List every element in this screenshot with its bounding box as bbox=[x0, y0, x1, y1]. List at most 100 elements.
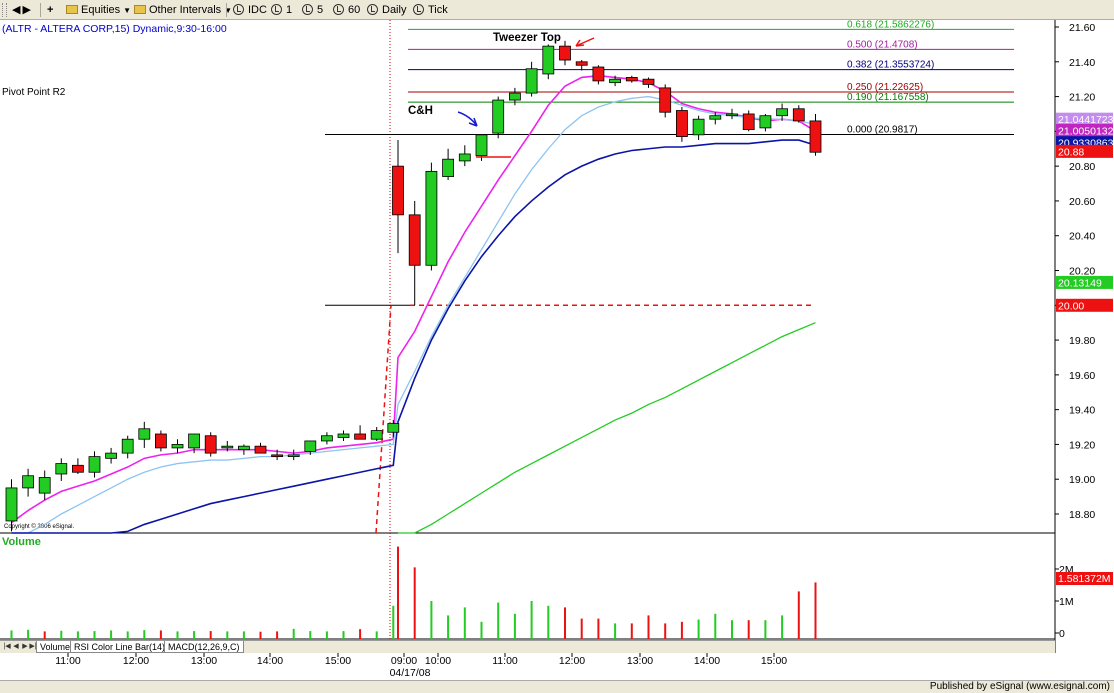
candle-body bbox=[221, 445, 234, 449]
tab-prev-icon[interactable]: ◀ bbox=[12, 642, 20, 651]
time-tick-label: 14:00 bbox=[694, 655, 720, 667]
tab-rsi[interactable]: RSI Color Line Bar(14) bbox=[70, 641, 170, 653]
candle-body bbox=[254, 445, 267, 454]
candlestick bbox=[154, 430, 167, 452]
candlestick bbox=[287, 449, 300, 461]
candle-body bbox=[105, 452, 117, 459]
candlestick bbox=[575, 60, 588, 71]
candlestick bbox=[320, 432, 333, 445]
time-tick-label: 10:00 bbox=[425, 655, 451, 667]
time-tick-label: 15:00 bbox=[325, 655, 351, 667]
candle-body bbox=[271, 454, 284, 458]
candle-body bbox=[88, 456, 101, 473]
date-label: 04/17/08 bbox=[390, 667, 431, 679]
candlestick bbox=[559, 40, 571, 66]
candlestick bbox=[809, 113, 822, 156]
candlestick bbox=[642, 77, 655, 88]
time-tick-label: 15:00 bbox=[761, 655, 787, 667]
price-tag-label: 20.00 bbox=[1058, 300, 1084, 312]
candlestick bbox=[792, 105, 805, 123]
candle-body bbox=[458, 153, 471, 162]
candlestick bbox=[237, 444, 250, 455]
candlestick bbox=[55, 458, 68, 481]
candle-body bbox=[742, 113, 755, 131]
moving-average-line bbox=[398, 322, 816, 534]
candlestick bbox=[742, 110, 755, 132]
candlestick bbox=[442, 148, 455, 181]
time-tick-label: 11:00 bbox=[55, 655, 81, 667]
candlestick bbox=[659, 84, 672, 118]
status-bar: Published by eSignal (www.esignal.com) bbox=[0, 680, 1114, 693]
candle-body bbox=[188, 433, 201, 449]
candlestick bbox=[138, 421, 151, 448]
candle-body bbox=[55, 463, 68, 475]
gap-dashed-line bbox=[375, 305, 392, 534]
candlestick bbox=[458, 145, 471, 167]
candle-body bbox=[154, 433, 167, 449]
candlestick bbox=[22, 468, 35, 497]
candle-body bbox=[204, 435, 217, 454]
price-tick-label: 19.40 bbox=[1069, 405, 1095, 417]
candlestick bbox=[508, 87, 521, 106]
candle-body bbox=[475, 134, 488, 157]
candlestick bbox=[676, 107, 688, 142]
candlestick bbox=[408, 200, 421, 306]
price-tick-label: 20.40 bbox=[1069, 231, 1095, 243]
candle-body bbox=[442, 158, 455, 177]
candlestick bbox=[759, 113, 772, 132]
candle-body bbox=[354, 433, 367, 440]
price-tag-label: 21.0050132 bbox=[1058, 125, 1114, 137]
price-tick-label: 21.40 bbox=[1069, 57, 1095, 69]
moving-average-line bbox=[11, 95, 816, 534]
price-tick-label: 19.80 bbox=[1069, 335, 1095, 347]
candle-body bbox=[304, 440, 317, 452]
moving-average-line bbox=[11, 139, 816, 534]
price-chart[interactable]: (ALTR - ALTERA CORP,15) Dynamic,9:30-16:… bbox=[0, 0, 1114, 693]
candlestick bbox=[254, 442, 267, 454]
candle-body bbox=[72, 464, 84, 473]
candle-body bbox=[337, 433, 350, 438]
moving-average-line bbox=[11, 74, 816, 524]
time-tick-label: 12:00 bbox=[559, 655, 585, 667]
candlestick bbox=[88, 451, 101, 478]
candle-body bbox=[22, 475, 35, 489]
candle-body bbox=[237, 445, 250, 451]
candle-body bbox=[38, 477, 51, 494]
candle-body bbox=[676, 110, 688, 137]
candle-body bbox=[370, 430, 383, 440]
candle-body bbox=[287, 454, 300, 458]
candlestick bbox=[370, 427, 383, 441]
time-tick-label: 13:00 bbox=[627, 655, 653, 667]
candle-body bbox=[559, 45, 571, 61]
candle-body bbox=[138, 428, 151, 440]
candle-body bbox=[492, 99, 505, 134]
volume-tag-label: 1.581372M bbox=[1058, 573, 1111, 585]
fib-level-label: 0.000 (20.9817) bbox=[847, 124, 918, 135]
candle-body bbox=[171, 444, 184, 449]
candle-body bbox=[320, 435, 333, 442]
candlestick bbox=[72, 458, 84, 474]
candlestick bbox=[121, 435, 134, 459]
tab-volume[interactable]: Volume bbox=[36, 641, 75, 653]
tab-first-icon[interactable]: |◀ bbox=[3, 642, 11, 651]
tab-macd[interactable]: MACD(12,26,9,C) bbox=[164, 641, 244, 653]
candlestick bbox=[171, 439, 184, 454]
price-tick-label: 21.20 bbox=[1069, 92, 1095, 104]
candle-body bbox=[625, 77, 638, 82]
candlestick bbox=[592, 65, 605, 85]
candlestick bbox=[105, 447, 117, 464]
candlestick bbox=[337, 430, 350, 441]
price-tick-label: 21.60 bbox=[1069, 22, 1095, 34]
time-tick-label: 14:00 bbox=[257, 655, 283, 667]
price-tick-label: 19.60 bbox=[1069, 370, 1095, 382]
red-arrow-icon bbox=[575, 37, 595, 47]
tab-next-icon[interactable]: ▶ bbox=[21, 642, 29, 651]
candle-body bbox=[5, 487, 18, 522]
candlestick bbox=[204, 432, 217, 457]
candlestick bbox=[492, 96, 505, 139]
candle-body bbox=[709, 115, 722, 120]
fib-level-label: 0.500 (21.4708) bbox=[847, 39, 918, 50]
publisher-text: Published by eSignal (www.esignal.com) bbox=[929, 681, 1110, 692]
price-tag-label: 20.13149 bbox=[1058, 277, 1102, 289]
candlestick bbox=[776, 103, 788, 121]
